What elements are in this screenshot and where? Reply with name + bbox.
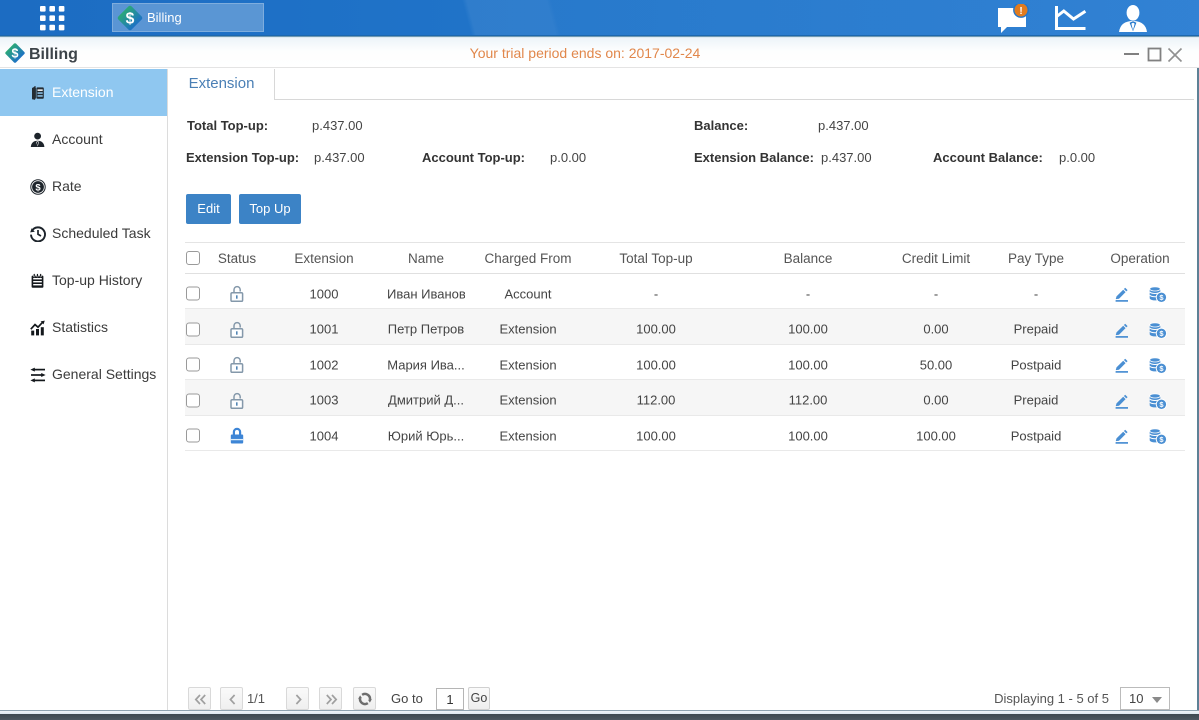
svg-text:$: $ <box>35 182 41 193</box>
svg-text:$: $ <box>126 11 135 28</box>
svg-text:!: ! <box>1019 6 1022 17</box>
